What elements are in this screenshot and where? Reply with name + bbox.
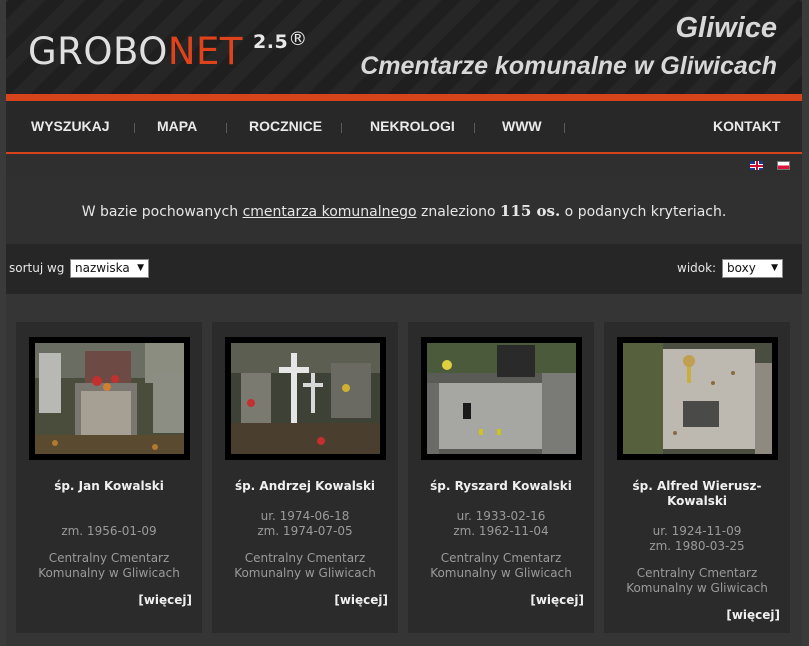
more-link[interactable]: [więcej] xyxy=(530,593,584,607)
grave-photo[interactable] xyxy=(427,343,576,454)
grave-death-date: zm. 1956-01-09 xyxy=(61,524,157,538)
grave-name[interactable]: śp. Ryszard Kowalski xyxy=(408,479,594,494)
nav-separator xyxy=(474,123,475,133)
view-select[interactable]: boxy ▼ xyxy=(722,259,783,278)
more-link[interactable]: [więcej] xyxy=(138,593,192,607)
nav-item-kontakt[interactable]: KONTAKT xyxy=(713,101,780,152)
header-accent-bar xyxy=(6,94,802,101)
grave-death-date: zm. 1962-11-04 xyxy=(453,524,549,538)
grave-photo[interactable] xyxy=(35,343,184,454)
nav-separator xyxy=(564,123,565,133)
nav-item-nekrologi[interactable]: NEKROLOGI xyxy=(370,101,455,152)
view-label: widok: xyxy=(677,261,717,275)
grave-cemetery: Centralny Cmentarz Komunalny w Gliwicach xyxy=(38,551,180,580)
page: GROBONET 2.5® Gliwice Cmentarze komunalne… xyxy=(6,0,802,646)
sort-label: sortuj wg xyxy=(9,261,65,275)
grave-cemetery: Centralny Cmentarz Komunalny w Gliwicach xyxy=(626,566,768,595)
grave-photo-frame xyxy=(225,337,386,460)
summary-prefix: W bazie pochowanych xyxy=(81,204,243,220)
dropdown-arrow-icon: ▼ xyxy=(771,263,778,273)
flag-pl-icon[interactable] xyxy=(777,161,790,170)
grave-birth-date: ur. 1974-06-18 xyxy=(260,509,350,523)
grave-birth-date: ur. 1924-11-09 xyxy=(652,524,742,538)
nav-item-wyszukaj[interactable]: WYSZUKAJ xyxy=(31,101,110,152)
grave-card[interactable]: śp. Jan Kowalski zm. 1956-01-09 Centraln… xyxy=(16,322,202,633)
nav-item-www[interactable]: WWW xyxy=(502,101,542,152)
grave-photo-frame xyxy=(29,337,190,460)
nav-separator xyxy=(226,123,227,133)
grave-card[interactable]: śp. Alfred Wierusz-Kowalski ur. 1924-11-… xyxy=(604,322,790,633)
logo-registered-mark: ® xyxy=(288,28,308,50)
nav-separator xyxy=(134,123,135,133)
results-grid: śp. Jan Kowalski zm. 1956-01-09 Centraln… xyxy=(6,294,802,646)
sort-toolbar: sortuj wg nazwiska ▼ widok: boxy ▼ xyxy=(6,244,802,294)
grave-photo-frame xyxy=(421,337,582,460)
dropdown-arrow-icon: ▼ xyxy=(137,263,144,273)
grave-death-date: zm. 1980-03-25 xyxy=(649,539,745,553)
logo-version: 2.5 xyxy=(253,31,289,53)
view-select-value: boxy xyxy=(727,261,756,275)
grave-cemetery: Centralny Cmentarz Komunalny w Gliwicach xyxy=(430,551,572,580)
sort-select[interactable]: nazwiska ▼ xyxy=(70,259,149,278)
grave-cemetery: Centralny Cmentarz Komunalny w Gliwicach xyxy=(234,551,376,580)
more-link[interactable]: [więcej] xyxy=(334,593,388,607)
summary-mid: znaleziono xyxy=(416,204,501,220)
result-count: 115 os. xyxy=(500,202,561,220)
main-nav: WYSZUKAJ MAPA ROCZNICE NEKROLOGI WWW KON… xyxy=(6,101,802,154)
site-logo[interactable]: GROBONET 2.5® xyxy=(28,28,308,73)
cemetery-link[interactable]: cmentarza komunalnego xyxy=(243,204,417,220)
nav-item-rocznice[interactable]: ROCZNICE xyxy=(249,101,322,152)
site-subtitle: Cmentarze komunalne w Gliwicach xyxy=(360,52,777,80)
flag-en-icon[interactable] xyxy=(750,161,763,170)
language-switcher xyxy=(6,156,802,176)
grave-name[interactable]: śp. Jan Kowalski xyxy=(16,479,202,494)
grave-photo[interactable] xyxy=(231,343,380,454)
results-summary: W bazie pochowanych cmentarza komunalneg… xyxy=(6,176,802,244)
more-link[interactable]: [więcej] xyxy=(726,608,780,622)
grave-name[interactable]: śp. Andrzej Kowalski xyxy=(212,479,398,494)
nav-item-mapa[interactable]: MAPA xyxy=(157,101,197,152)
logo-text-net: NET xyxy=(167,30,244,73)
logo-text-grobo: GROBO xyxy=(28,30,168,73)
summary-suffix: o podanych kryteriach. xyxy=(560,204,727,220)
nav-separator xyxy=(341,123,342,133)
grave-card[interactable]: śp. Ryszard Kowalski ur. 1933-02-16 zm. … xyxy=(408,322,594,633)
grave-photo[interactable] xyxy=(623,343,772,454)
grave-birth-date: ur. 1933-02-16 xyxy=(456,509,546,523)
grave-card[interactable]: śp. Andrzej Kowalski ur. 1974-06-18 zm. … xyxy=(212,322,398,633)
grave-death-date: zm. 1974-07-05 xyxy=(257,524,353,538)
sort-select-value: nazwiska xyxy=(75,261,130,275)
grave-photo-frame xyxy=(617,337,778,460)
city-title: Gliwice xyxy=(675,12,777,44)
site-header: GROBONET 2.5® Gliwice Cmentarze komunalne… xyxy=(6,0,802,94)
grave-name[interactable]: śp. Alfred Wierusz-Kowalski xyxy=(604,479,790,509)
